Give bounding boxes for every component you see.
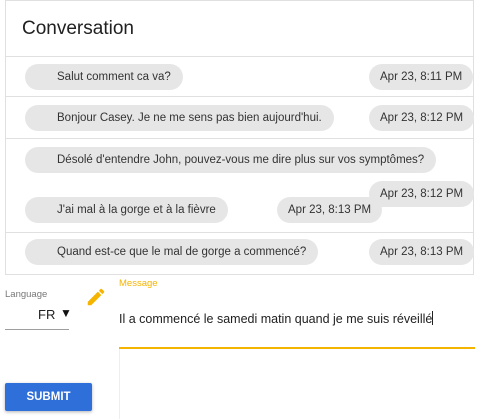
message-row: Désolé d'entendre John, pouvez-vous me d… (6, 138, 475, 232)
message-timestamp: Apr 23, 8:13 PM (369, 239, 475, 265)
language-label: Language (5, 289, 48, 300)
conversation-card: Conversation Salut comment ca va? Apr 23… (5, 0, 475, 276)
message-bubble: Salut comment ca va? (25, 64, 183, 90)
submit-button[interactable]: SUBMIT (5, 383, 92, 411)
dropdown-arrow-icon: ▼ (60, 306, 72, 320)
message-row: Salut comment ca va? Apr 23, 8:11 PM (6, 56, 474, 96)
pencil-icon (87, 288, 105, 306)
conversation-title: Conversation (22, 18, 134, 39)
message-timestamp: Apr 23, 8:11 PM (369, 64, 474, 90)
message-input[interactable]: Il a commencé le samedi matin quand je m… (119, 305, 475, 349)
message-timestamp: Apr 23, 8:13 PM (277, 197, 383, 223)
message-bubble: Quand est-ce que le mal de gorge a comme… (25, 239, 319, 265)
text-caret (432, 311, 434, 325)
divider (119, 349, 120, 419)
message-bubble: Désolé d'entendre John, pouvez-vous me d… (25, 147, 437, 173)
message-label: Message (119, 278, 158, 289)
message-bubble: Bonjour Casey. Je ne me sens pas bien au… (25, 105, 334, 131)
message-row: Quand est-ce que le mal de gorge a comme… (6, 232, 475, 276)
language-select[interactable]: FR ▼ (5, 304, 72, 330)
message-timestamp: Apr 23, 8:12 PM (369, 105, 475, 131)
message-timestamp: Apr 23, 8:12 PM (369, 181, 475, 207)
message-input-text: Il a commencé le samedi matin quand je m… (119, 312, 433, 326)
language-selected-value: FR (38, 307, 56, 322)
message-bubble: J'ai mal à la gorge et à la fièvre (25, 197, 228, 223)
message-row: Bonjour Casey. Je ne me sens pas bien au… (6, 96, 475, 138)
